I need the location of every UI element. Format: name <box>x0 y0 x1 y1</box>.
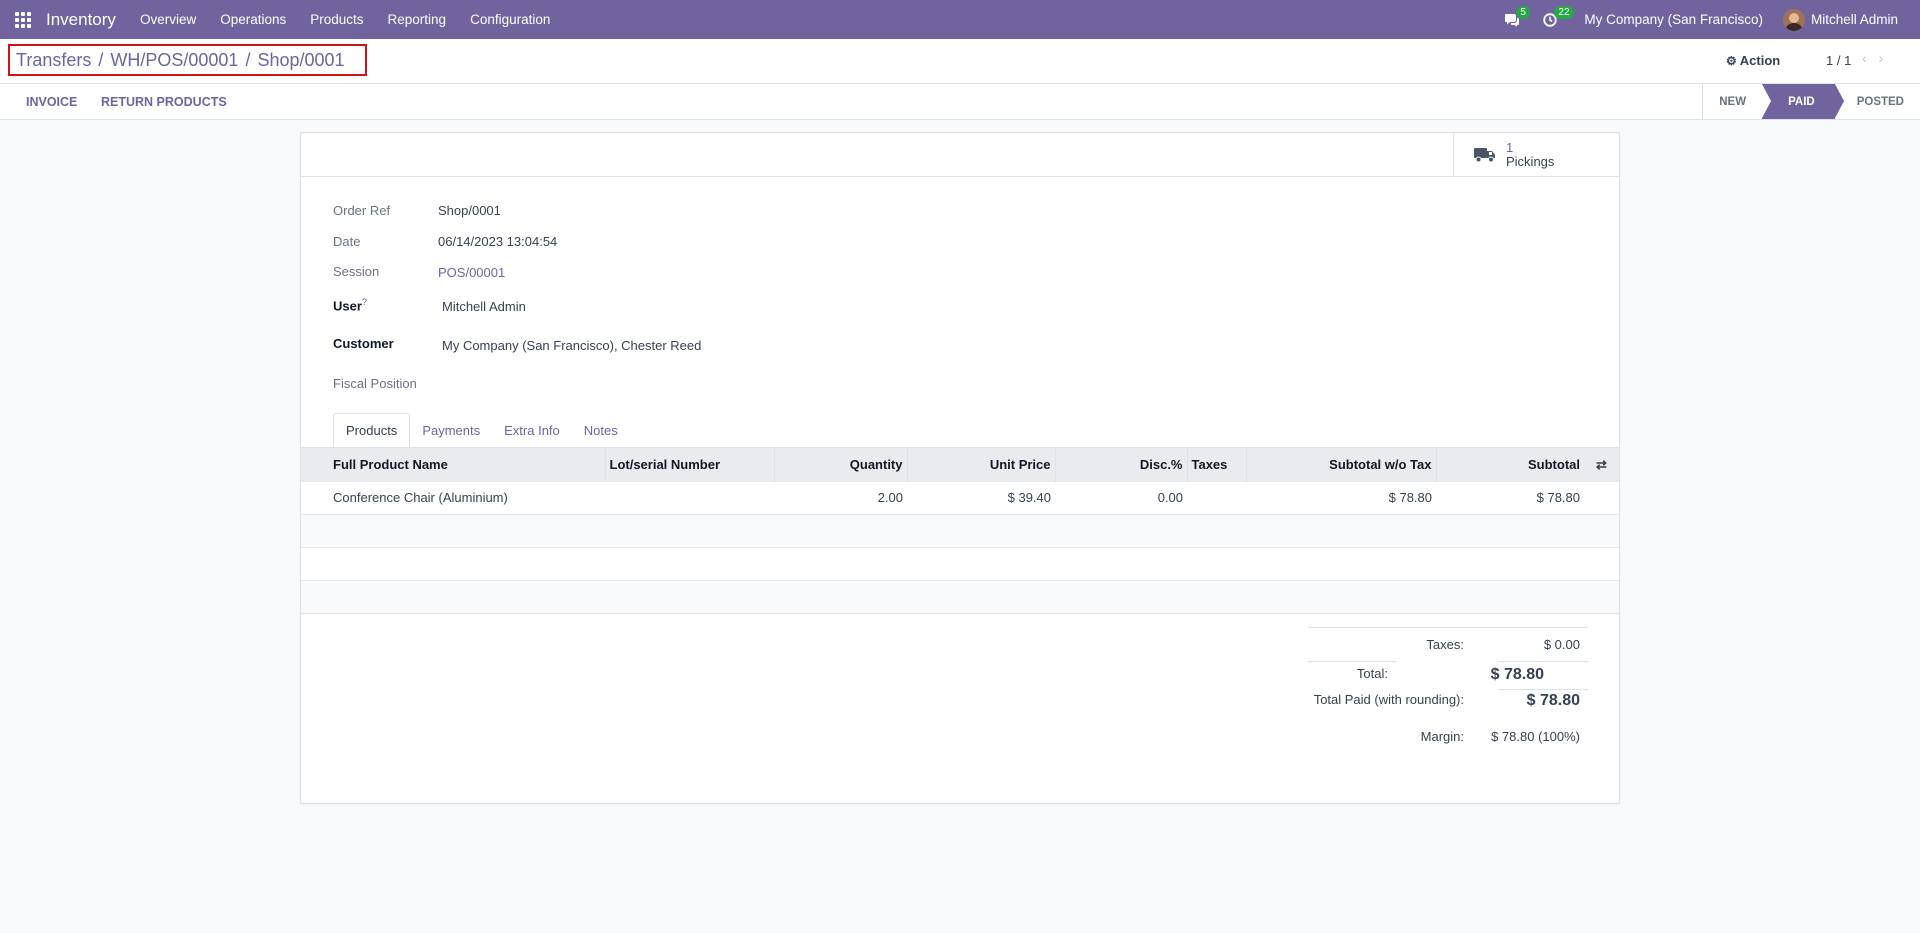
menu-operations[interactable]: Operations <box>220 12 286 27</box>
line-taxes <box>1187 481 1246 515</box>
line-qty: 2.00 <box>774 481 907 515</box>
menu-configuration[interactable]: Configuration <box>470 12 550 27</box>
breadcrumb: Transfers / WH/POS/00001 / Shop/0001 <box>8 44 367 76</box>
column-header[interactable]: Taxes <box>1187 447 1247 482</box>
breadcrumb-current: Shop/0001 <box>257 49 345 70</box>
avatar <box>1782 8 1805 31</box>
line-lot <box>605 481 774 515</box>
pager-arrows: ‹› <box>1862 50 1895 66</box>
date-label: Date <box>333 234 361 249</box>
activities-button[interactable]: 22 <box>1532 0 1574 39</box>
column-header[interactable]: Lot/serial Number <box>605 447 775 482</box>
breadcrumb-transfers[interactable]: Transfers <box>16 50 91 71</box>
company-switcher[interactable]: My Company (San Francisco) <box>1584 12 1763 27</box>
table-row[interactable]: Conference Chair (Aluminium) 2.00 $ 39.4… <box>301 481 1619 515</box>
tab-payments[interactable]: Payments <box>410 413 492 448</box>
order-ref-label: Order Ref <box>333 203 391 218</box>
app-name[interactable]: Inventory <box>46 10 116 30</box>
stage-new[interactable]: NEW <box>1702 84 1762 119</box>
breadcrumb-separator: / <box>245 49 251 70</box>
chevron-left-icon[interactable]: ‹ <box>1862 50 1879 66</box>
user-menu[interactable]: Mitchell Admin <box>1782 8 1898 31</box>
chevron-right-icon[interactable]: › <box>1879 50 1896 66</box>
optional-columns-toggle[interactable]: ⇄ <box>1584 447 1619 482</box>
statusbar: INVOICE RETURN PRODUCTS NEW PAID POSTED <box>0 84 1920 120</box>
apps-grid-icon[interactable] <box>0 0 46 39</box>
stage-paid[interactable]: PAID <box>1762 84 1844 119</box>
activities-badge: 22 <box>1554 6 1574 19</box>
breadcrumb-picking[interactable]: WH/POS/00001 <box>110 50 238 71</box>
action-button[interactable]: ⚙ Action <box>1726 53 1780 68</box>
tab-notes[interactable]: Notes <box>572 413 630 448</box>
total-value: $ 78.80 <box>1490 666 1544 683</box>
top-navbar: Inventory Overview Operations Products R… <box>0 0 1920 39</box>
menu-products[interactable]: Products <box>310 12 363 27</box>
margin-label: Margin: <box>1420 729 1464 744</box>
date-value: 06/14/2023 13:04:54 <box>438 234 558 249</box>
tab-extra-info[interactable]: Extra Info <box>492 413 572 448</box>
line-subtotal-wo-tax: $ 78.80 <box>1246 481 1436 515</box>
margin-value: $ 78.80 (100%) <box>1491 729 1580 744</box>
line-product: Conference Chair (Aluminium) <box>301 481 605 515</box>
messages-button[interactable]: 5 <box>1494 0 1530 39</box>
breadcrumb-separator: / <box>98 49 104 70</box>
user-field[interactable]: Mitchell Admin <box>442 299 526 314</box>
messages-badge: 5 <box>1516 6 1530 19</box>
truck-icon <box>1474 148 1495 163</box>
column-header[interactable]: Disc.% <box>1055 447 1188 482</box>
total-paid-value: $ 78.80 <box>1526 692 1580 709</box>
total-paid-label: Total Paid (with rounding): <box>1313 692 1464 707</box>
customer-field[interactable]: My Company (San Francisco), Chester Reed <box>442 338 701 353</box>
menu-overview[interactable]: Overview <box>140 12 196 27</box>
return-products-button[interactable]: RETURN PRODUCTS <box>101 95 227 109</box>
gear-icon: ⚙ <box>1726 53 1737 68</box>
user-help-icon[interactable]: ? <box>362 297 367 307</box>
control-panel: Transfers / WH/POS/00001 / Shop/0001 ⚙ A… <box>0 39 1920 84</box>
pickings-count: 1 <box>1506 140 1514 155</box>
menu-reporting[interactable]: Reporting <box>388 12 447 27</box>
status-stages: NEW PAID POSTED <box>1702 84 1920 119</box>
notebook-tabs: Products Payments Extra Info Notes <box>333 413 630 448</box>
taxes-value: $ 0.00 <box>1543 637 1580 652</box>
sliders-icon: ⇄ <box>1596 456 1607 472</box>
column-header[interactable]: Full Product Name <box>301 447 606 482</box>
empty-row <box>301 514 1619 548</box>
empty-row <box>301 580 1619 614</box>
line-disc: 0.00 <box>1055 481 1187 515</box>
column-header[interactable]: Subtotal <box>1436 447 1584 482</box>
empty-row <box>301 547 1619 581</box>
user-name: Mitchell Admin <box>1810 12 1898 27</box>
session-link[interactable]: POS/00001 <box>438 265 505 280</box>
pickings-label: Pickings <box>1506 154 1555 169</box>
user-label-text: User <box>333 298 362 314</box>
action-label: Action <box>1739 53 1781 68</box>
form-sheet: 1 Pickings Order Ref Shop/0001 Date 06/1… <box>300 132 1620 804</box>
column-header[interactable]: Unit Price <box>907 447 1056 482</box>
line-subtotal: $ 78.80 <box>1436 481 1584 515</box>
pickings-smart-button[interactable]: 1 Pickings <box>1453 133 1619 177</box>
customer-label: Customer <box>333 336 394 351</box>
session-label: Session <box>333 264 380 279</box>
order-lines-table: Full Product Name Lot/serial Number Quan… <box>301 447 1619 614</box>
invoice-button[interactable]: INVOICE <box>26 95 77 109</box>
order-ref-value: Shop/0001 <box>438 203 501 218</box>
line-price: $ 39.40 <box>907 481 1055 515</box>
fiscal-position-label: Fiscal Position <box>333 376 417 391</box>
line-spacer <box>1584 481 1619 515</box>
column-header[interactable]: Subtotal w/o Tax <box>1246 447 1437 482</box>
user-label: User? <box>333 297 367 313</box>
button-box: 1 Pickings <box>301 133 1619 177</box>
total-label: Total: <box>1356 666 1388 681</box>
stage-posted[interactable]: POSTED <box>1835 84 1920 119</box>
pager-value[interactable]: 1 / 1 <box>1826 53 1851 68</box>
column-header[interactable]: Quantity <box>774 447 908 482</box>
taxes-label: Taxes: <box>1426 637 1464 652</box>
tab-products[interactable]: Products <box>333 413 411 448</box>
